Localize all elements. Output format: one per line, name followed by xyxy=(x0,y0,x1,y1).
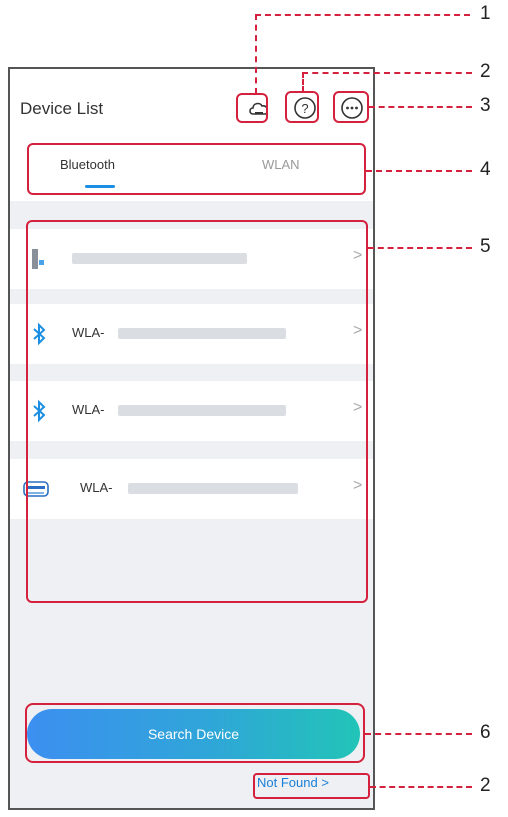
leader-line xyxy=(366,170,472,172)
callout-number: 2 xyxy=(480,61,491,82)
leader-line xyxy=(365,733,472,735)
callout-box-more xyxy=(333,91,369,123)
callout-box-search xyxy=(25,703,365,763)
leader-line xyxy=(370,786,472,788)
leader-line xyxy=(369,106,472,108)
leader-line xyxy=(302,72,304,92)
callout-box-help xyxy=(285,91,319,123)
callout-number: 5 xyxy=(480,236,491,257)
callout-box-not-found xyxy=(253,773,370,799)
callout-number: 3 xyxy=(480,95,491,116)
leader-line xyxy=(255,14,470,16)
callout-box-cloud xyxy=(236,93,268,123)
leader-line xyxy=(302,72,472,74)
leader-line xyxy=(255,14,257,94)
leader-line xyxy=(368,247,472,249)
callout-box-device-list xyxy=(26,220,368,603)
callout-number: 4 xyxy=(480,159,491,180)
page-title: Device List xyxy=(20,99,104,118)
callout-number: 1 xyxy=(480,3,491,24)
callout-number: 2 xyxy=(480,775,491,796)
callout-box-tabs xyxy=(27,143,366,195)
callout-number: 6 xyxy=(480,722,491,743)
